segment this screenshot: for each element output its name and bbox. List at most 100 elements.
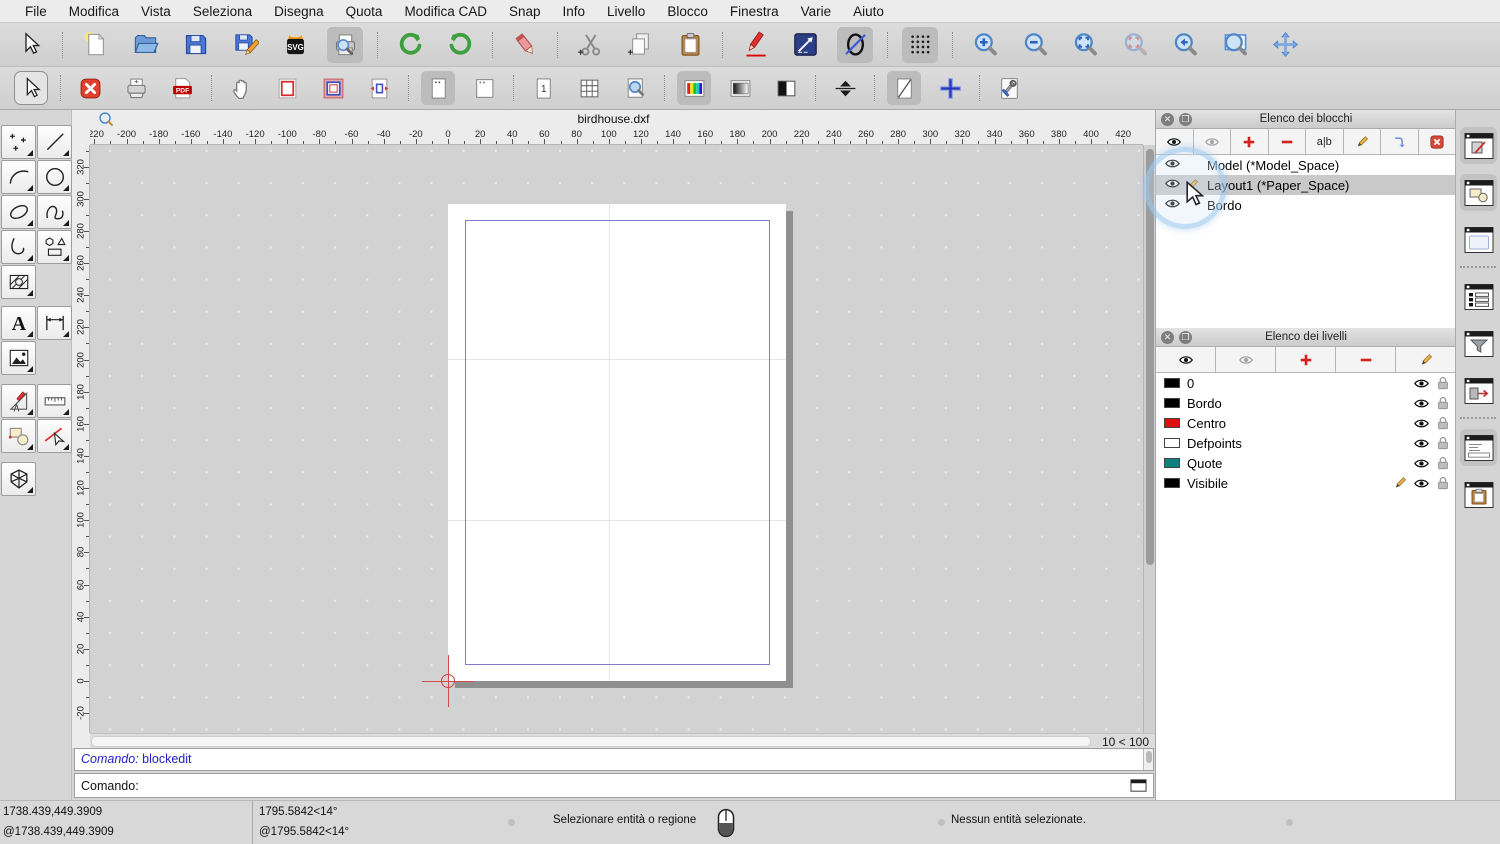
remove-layer-button[interactable] xyxy=(1336,347,1396,372)
tool-hatch-button[interactable] xyxy=(1,265,36,299)
history-scrollbar-thumb[interactable] xyxy=(1146,751,1152,763)
new-file-button[interactable] xyxy=(77,27,113,63)
flip-vertical-button[interactable] xyxy=(828,71,862,105)
menu-aiuto[interactable]: Aiuto xyxy=(842,0,895,23)
lock-icon[interactable] xyxy=(1436,376,1450,390)
layer-row[interactable]: 0 xyxy=(1156,373,1456,393)
menu-quota[interactable]: Quota xyxy=(335,0,394,23)
visibility-eye-icon[interactable] xyxy=(1413,455,1430,472)
dock-command-button[interactable] xyxy=(1460,429,1497,466)
dock-filter-button[interactable] xyxy=(1460,325,1497,362)
visibility-eye-icon[interactable] xyxy=(1413,375,1430,392)
redo-button[interactable] xyxy=(442,27,478,63)
show-all-button[interactable] xyxy=(1156,129,1194,154)
color-mode-button[interactable] xyxy=(677,71,711,105)
zoom-previous-button[interactable] xyxy=(1167,27,1203,63)
tool-image-button[interactable] xyxy=(1,341,36,375)
hide-all-button[interactable] xyxy=(1216,347,1276,372)
paper-fit-button[interactable] xyxy=(362,71,396,105)
layer-row[interactable]: Visibile xyxy=(1156,473,1456,493)
page-blank-button[interactable] xyxy=(467,71,501,105)
edit-pencil-button[interactable] xyxy=(737,27,773,63)
tool-blocks-button[interactable] xyxy=(1,419,36,453)
undo-button[interactable] xyxy=(392,27,428,63)
menu-modifica[interactable]: Modifica xyxy=(58,0,130,23)
tool-circle-button[interactable] xyxy=(37,160,72,194)
tool-spline-button[interactable] xyxy=(37,195,72,229)
block-row[interactable]: Bordo xyxy=(1156,195,1456,215)
menu-seleziona[interactable]: Seleziona xyxy=(182,0,263,23)
cursor-button[interactable] xyxy=(14,71,48,105)
close-block-button[interactable] xyxy=(73,71,107,105)
layer-row[interactable]: Quote xyxy=(1156,453,1456,473)
command-window-button[interactable] xyxy=(1127,777,1149,795)
tool-shapes-button[interactable] xyxy=(37,230,72,264)
dock-library-button[interactable] xyxy=(1460,174,1497,211)
menu-livello[interactable]: Livello xyxy=(596,0,656,23)
show-all-button[interactable] xyxy=(1156,347,1216,372)
visibility-eye-icon[interactable] xyxy=(1413,415,1430,432)
menu-blocco[interactable]: Blocco xyxy=(656,0,719,23)
visibility-eye-icon[interactable] xyxy=(1164,195,1181,215)
visibility-eye-icon[interactable] xyxy=(1164,155,1181,175)
zoom-auto-button[interactable] xyxy=(1067,27,1103,63)
history-scrollbar[interactable] xyxy=(1143,749,1153,770)
open-file-button[interactable] xyxy=(127,27,163,63)
dock-clipboard-button[interactable] xyxy=(1460,476,1497,513)
page-single-button[interactable]: 1 xyxy=(526,71,560,105)
tool-polyline-button[interactable] xyxy=(1,230,36,264)
menu-varie[interactable]: Varie xyxy=(790,0,843,23)
zoom-page-button[interactable] xyxy=(618,71,652,105)
layer-row[interactable]: Bordo xyxy=(1156,393,1456,413)
paper-highlight-button[interactable] xyxy=(316,71,350,105)
tool-arc-button[interactable] xyxy=(1,160,36,194)
tool-solid3d-button[interactable] xyxy=(1,462,36,496)
bw-mode-button[interactable] xyxy=(769,71,803,105)
edit-layer-button[interactable] xyxy=(1396,347,1456,372)
lock-icon[interactable] xyxy=(1436,476,1450,490)
zoom-out-button[interactable] xyxy=(1017,27,1053,63)
cursor-button[interactable] xyxy=(12,27,48,63)
zoom-in-button[interactable] xyxy=(967,27,1003,63)
menu-modifica-cad[interactable]: Modifica CAD xyxy=(393,0,498,23)
line-settings-button[interactable] xyxy=(787,27,823,63)
paste-button[interactable] xyxy=(672,27,708,63)
tool-text-button[interactable]: A xyxy=(1,306,36,340)
menu-vista[interactable]: Vista xyxy=(130,0,182,23)
tool-ellipse-button[interactable] xyxy=(1,195,36,229)
visibility-eye-icon[interactable] xyxy=(1413,435,1430,452)
layer-row[interactable]: Centro xyxy=(1156,413,1456,433)
delete-block-button[interactable] xyxy=(1419,129,1457,154)
edit-block-button[interactable] xyxy=(1344,129,1382,154)
dock-blocks-button[interactable] xyxy=(1460,127,1497,164)
page-grid-button[interactable] xyxy=(572,71,606,105)
tool-dimension-button[interactable] xyxy=(37,306,72,340)
lock-icon[interactable] xyxy=(1436,416,1450,430)
visibility-eye-icon[interactable] xyxy=(1164,175,1181,195)
tool-points-button[interactable] xyxy=(1,125,36,159)
visibility-eye-icon[interactable] xyxy=(1413,395,1430,412)
copy-button[interactable] xyxy=(622,27,658,63)
cut-button[interactable] xyxy=(572,27,608,63)
grid-dots-button[interactable] xyxy=(902,27,938,63)
rename-block-button[interactable]: a|b xyxy=(1306,129,1344,154)
print-preview-button[interactable] xyxy=(327,27,363,63)
draft-mode-button[interactable] xyxy=(887,71,921,105)
save-as-button[interactable] xyxy=(227,27,263,63)
dock-section-button[interactable] xyxy=(1460,372,1497,409)
lock-icon[interactable] xyxy=(1436,436,1450,450)
pdf-export-button[interactable]: PDF xyxy=(165,71,199,105)
menu-disegna[interactable]: Disegna xyxy=(263,0,335,23)
menu-file[interactable]: File xyxy=(14,0,58,23)
preferences-button[interactable] xyxy=(992,71,1026,105)
page-portrait-button[interactable] xyxy=(421,71,455,105)
paper-frame-button[interactable] xyxy=(270,71,304,105)
print-button[interactable] xyxy=(119,71,153,105)
hide-all-button[interactable] xyxy=(1194,129,1232,154)
tool-measure-button[interactable] xyxy=(37,384,72,418)
horizontal-scrollbar-thumb[interactable] xyxy=(91,736,1091,747)
remove-block-button[interactable] xyxy=(1269,129,1307,154)
vertical-scrollbar-thumb[interactable] xyxy=(1146,149,1154,565)
command-input[interactable] xyxy=(139,776,1127,796)
add-block-button[interactable] xyxy=(1231,129,1269,154)
